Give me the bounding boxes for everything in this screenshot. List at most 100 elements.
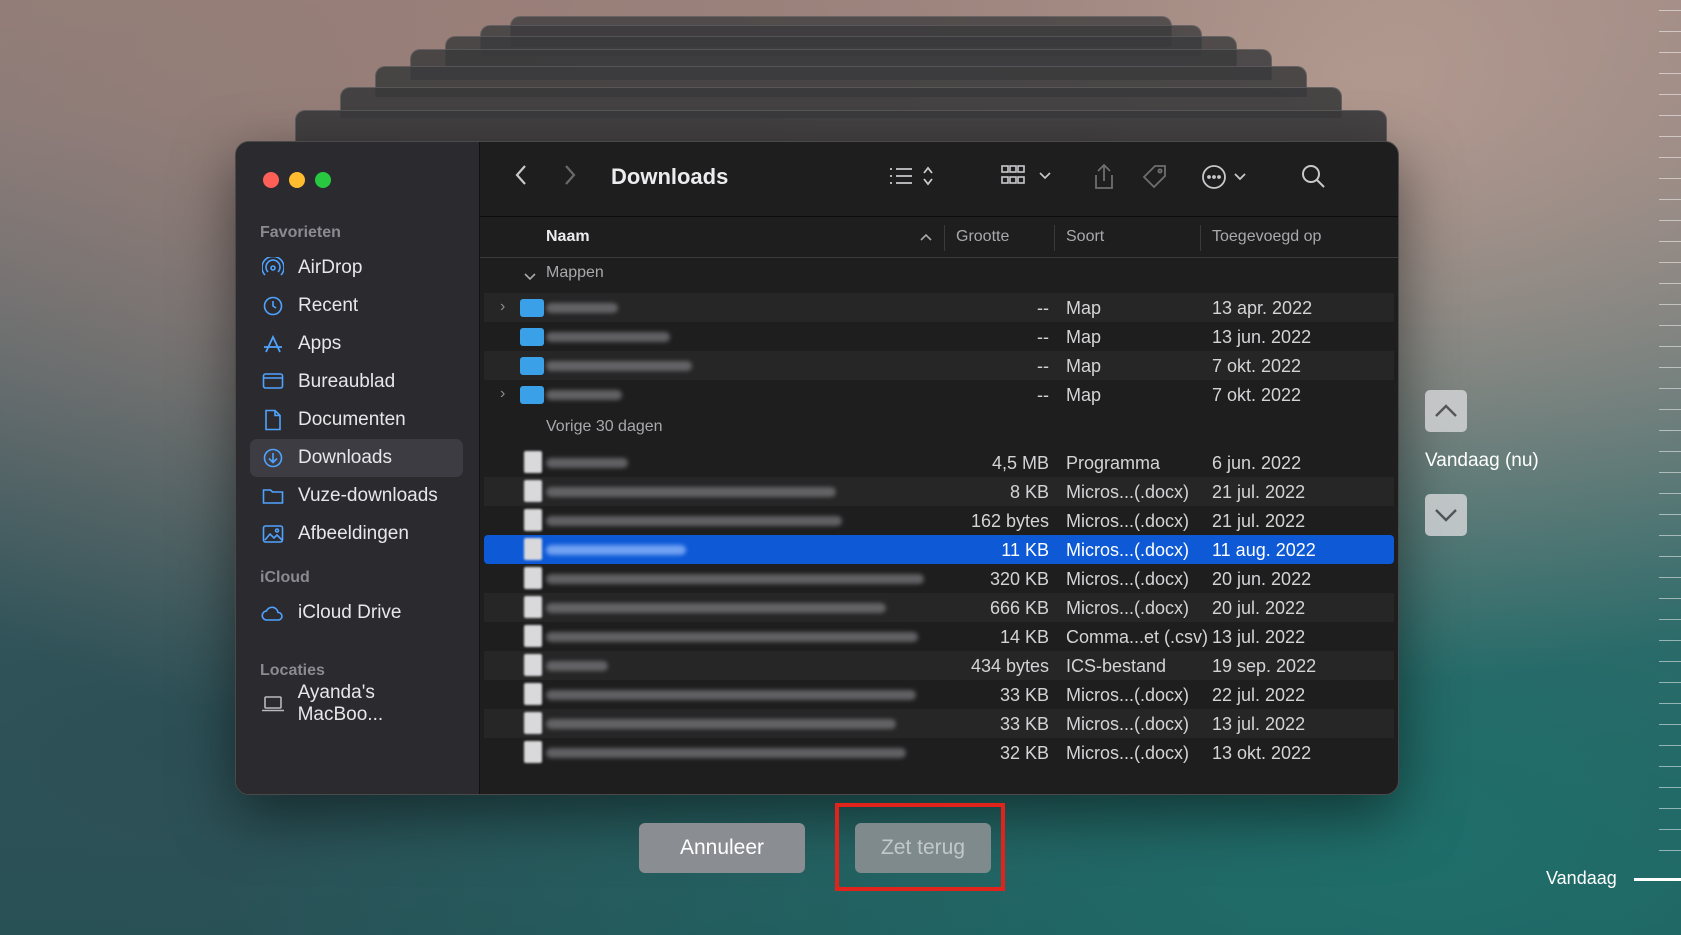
timeline-tick[interactable] <box>1659 157 1681 158</box>
timeline-tick[interactable] <box>1659 10 1681 11</box>
table-row[interactable]: 33 KB Micros...(.docx) 13 jul. 2022 <box>484 709 1394 738</box>
more-actions-button[interactable] <box>1200 163 1250 191</box>
cancel-button[interactable]: Annuleer <box>639 823 805 873</box>
minimize-button[interactable] <box>289 172 305 188</box>
sidebar-item-airdrop[interactable]: AirDrop <box>250 249 463 287</box>
redacted-name <box>546 303 618 313</box>
timeline-tick[interactable] <box>1659 766 1681 767</box>
table-row[interactable]: -- Map 7 okt. 2022 <box>484 351 1394 380</box>
timeline-tick[interactable] <box>1659 262 1681 263</box>
column-name[interactable]: Naam <box>546 228 590 246</box>
table-row[interactable]: -- Map 13 jun. 2022 <box>484 322 1394 351</box>
timeline-tick[interactable] <box>1659 745 1681 746</box>
timeline-tick[interactable] <box>1659 787 1681 788</box>
group-folders-chevron-icon[interactable] <box>524 268 536 286</box>
timeline-tick[interactable] <box>1659 829 1681 830</box>
timeline-tick[interactable] <box>1659 451 1681 452</box>
table-row[interactable]: › -- Map 7 okt. 2022 <box>484 380 1394 409</box>
timeline-tick[interactable] <box>1659 94 1681 95</box>
timeline-tick[interactable] <box>1659 73 1681 74</box>
sidebar-item-apps[interactable]: Apps <box>250 325 463 363</box>
timeline-tick[interactable] <box>1659 661 1681 662</box>
group-button[interactable] <box>1000 163 1056 189</box>
sort-ascending-icon[interactable] <box>920 228 932 246</box>
table-row[interactable]: 666 KB Micros...(.docx) 20 jul. 2022 <box>484 593 1394 622</box>
timeline-tick[interactable] <box>1659 682 1681 683</box>
table-row[interactable]: 33 KB Micros...(.docx) 22 jul. 2022 <box>484 680 1394 709</box>
table-row[interactable]: 14 KB Comma...et (.csv) 13 jul. 2022 <box>484 622 1394 651</box>
timeline-down-button[interactable] <box>1425 494 1467 536</box>
column-size[interactable]: Grootte <box>956 228 1009 246</box>
timeline-tick[interactable] <box>1659 514 1681 515</box>
timeline-tick[interactable] <box>1659 52 1681 53</box>
list-view-icon <box>890 166 933 186</box>
timeline-tick[interactable] <box>1659 493 1681 494</box>
timeline-tick[interactable] <box>1659 850 1681 851</box>
column-divider <box>1054 225 1055 251</box>
timeline-tick[interactable] <box>1659 640 1681 641</box>
timeline-tick[interactable] <box>1659 619 1681 620</box>
sidebar-item-desktop[interactable]: Bureaublad <box>250 363 463 401</box>
table-row[interactable]: 4,5 MB Programma 6 jun. 2022 <box>484 448 1394 477</box>
sidebar-item-icloud-drive[interactable]: iCloud Drive <box>250 594 463 632</box>
cell-added: 11 aug. 2022 <box>1212 540 1316 560</box>
timeline-tick[interactable] <box>1659 178 1681 179</box>
table-row[interactable]: 8 KB Micros...(.docx) 21 jul. 2022 <box>484 477 1394 506</box>
timeline-tick[interactable] <box>1659 241 1681 242</box>
sidebar-item-images[interactable]: Afbeeldingen <box>250 515 463 553</box>
timeline-tick[interactable] <box>1659 409 1681 410</box>
timeline-tick[interactable] <box>1659 367 1681 368</box>
view-list-button[interactable] <box>888 163 938 189</box>
timeline-tick[interactable] <box>1659 136 1681 137</box>
file-icon <box>524 596 542 618</box>
table-row-selected[interactable]: 11 KB Micros...(.docx) 11 aug. 2022 <box>484 535 1394 564</box>
sidebar-item-documents[interactable]: Documenten <box>250 401 463 439</box>
table-row[interactable]: 32 KB Micros...(.docx) 13 okt. 2022 <box>484 738 1394 767</box>
sidebar-item-macbook[interactable]: Ayanda's MacBoo... <box>250 682 463 725</box>
timeline-tick[interactable] <box>1659 703 1681 704</box>
table-row[interactable]: 162 bytes Micros...(.docx) 21 jul. 2022 <box>484 506 1394 535</box>
table-row[interactable]: 320 KB Micros...(.docx) 20 jun. 2022 <box>484 564 1394 593</box>
timeline-up-button[interactable] <box>1425 390 1467 432</box>
disclosure-chevron-icon[interactable]: › <box>500 298 505 316</box>
timeline-tick[interactable] <box>1659 346 1681 347</box>
close-button[interactable] <box>263 172 279 188</box>
table-row[interactable]: › -- Map 13 apr. 2022 <box>484 293 1394 322</box>
zoom-button[interactable] <box>315 172 331 188</box>
back-button[interactable] <box>514 163 528 187</box>
cell-size: 32 KB <box>999 743 1049 763</box>
forward-button[interactable] <box>563 163 577 187</box>
tag-button[interactable] <box>1141 163 1169 191</box>
timeline-tick[interactable] <box>1659 31 1681 32</box>
disclosure-chevron-icon[interactable]: › <box>500 385 505 403</box>
timeline-tick[interactable] <box>1659 598 1681 599</box>
sidebar-item-downloads[interactable]: Downloads <box>250 439 463 477</box>
timeline-tick[interactable] <box>1659 577 1681 578</box>
cell-added: 7 okt. 2022 <box>1212 385 1302 405</box>
table-row[interactable]: 434 bytes ICS-bestand 19 sep. 2022 <box>484 651 1394 680</box>
sidebar-item-vuze-downloads[interactable]: Vuze-downloads <box>250 477 463 515</box>
timeline-tick[interactable] <box>1659 304 1681 305</box>
timeline-tick[interactable] <box>1659 388 1681 389</box>
timeline-tick[interactable] <box>1659 556 1681 557</box>
timeline-bottom-label[interactable]: Vandaag <box>1546 868 1617 889</box>
share-button[interactable] <box>1092 163 1116 191</box>
column-added[interactable]: Toegevoegd op <box>1212 228 1321 246</box>
timeline-tick[interactable] <box>1659 199 1681 200</box>
timeline-tick[interactable] <box>1659 325 1681 326</box>
timeline-tick[interactable] <box>1659 724 1681 725</box>
timeline-tick[interactable] <box>1659 220 1681 221</box>
cell-added: 7 okt. 2022 <box>1212 356 1302 376</box>
timeline-tick[interactable] <box>1659 808 1681 809</box>
cell-size: 14 KB <box>999 627 1049 647</box>
timeline-tick[interactable] <box>1659 472 1681 473</box>
sidebar-item-recent[interactable]: Recent <box>250 287 463 325</box>
timeline-tick[interactable] <box>1659 535 1681 536</box>
airdrop-icon <box>260 257 286 279</box>
laptop-icon <box>260 695 286 713</box>
search-button[interactable] <box>1300 163 1326 189</box>
timeline-tick[interactable] <box>1659 430 1681 431</box>
timeline-tick[interactable] <box>1659 283 1681 284</box>
timeline-tick[interactable] <box>1659 115 1681 116</box>
column-kind[interactable]: Soort <box>1066 228 1104 246</box>
